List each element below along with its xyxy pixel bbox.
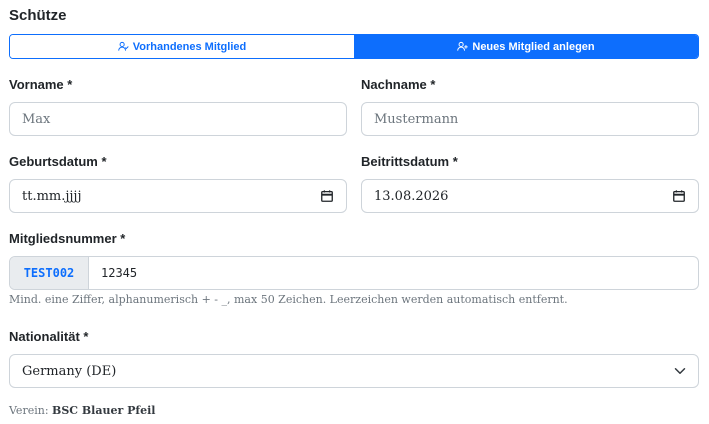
mitgliedsnummer-input-group: TEST002 12345 (9, 256, 699, 290)
member-mode-toggle: Vorhandenes Mitglied Neues Mitglied anle… (9, 34, 699, 59)
vorname-placeholder: Max (22, 111, 51, 127)
nachname-label: Nachname * (361, 77, 436, 92)
nationalitaet-select[interactable]: Germany (DE) (9, 354, 699, 388)
beitrittsdatum-value: 13.08.2026 (374, 188, 449, 204)
nationalitaet-label: Nationalität * (9, 329, 89, 344)
mitgliedsnummer-input[interactable]: 12345 (89, 257, 698, 289)
beitrittsdatum-input[interactable]: 13.08.2026 (361, 179, 699, 213)
existing-member-label: Vorhandenes Mitglied (132, 40, 247, 53)
geburtsdatum-placeholder: tt.mm.jjjj (22, 188, 82, 204)
geburtsdatum-input[interactable]: tt.mm.jjjj (9, 179, 347, 213)
nachname-placeholder: Mustermann (374, 111, 459, 127)
new-member-label: Neues Mitglied anlegen (472, 40, 595, 53)
nationalitaet-value: Germany (DE) (22, 363, 117, 379)
geburtsdatum-label: Geburtsdatum * (9, 154, 107, 169)
section-title: Schütze (9, 7, 67, 24)
chevron-down-icon (674, 368, 686, 374)
vorname-label: Vorname * (9, 77, 73, 92)
person-plus-icon (457, 41, 469, 51)
vorname-input[interactable]: Max (9, 102, 347, 136)
person-check-icon (117, 41, 129, 51)
calendar-icon[interactable] (672, 189, 686, 203)
mitgliedsnummer-prefix: TEST002 (10, 257, 89, 289)
new-member-option[interactable]: Neues Mitglied anlegen (354, 35, 698, 58)
verein-name: BSC Blauer Pfeil (52, 404, 156, 417)
existing-member-option[interactable]: Vorhandenes Mitglied (10, 35, 354, 58)
mitgliedsnummer-hint: Mind. eine Ziffer, alphanumerisch + - _,… (9, 293, 568, 306)
verein-info: Verein: BSC Blauer Pfeil (9, 404, 155, 417)
nachname-input[interactable]: Mustermann (361, 102, 699, 136)
mitgliedsnummer-label: Mitgliedsnummer * (9, 231, 126, 246)
beitrittsdatum-label: Beitrittsdatum * (361, 154, 458, 169)
verein-label: Verein: (9, 404, 49, 417)
calendar-icon[interactable] (320, 189, 334, 203)
